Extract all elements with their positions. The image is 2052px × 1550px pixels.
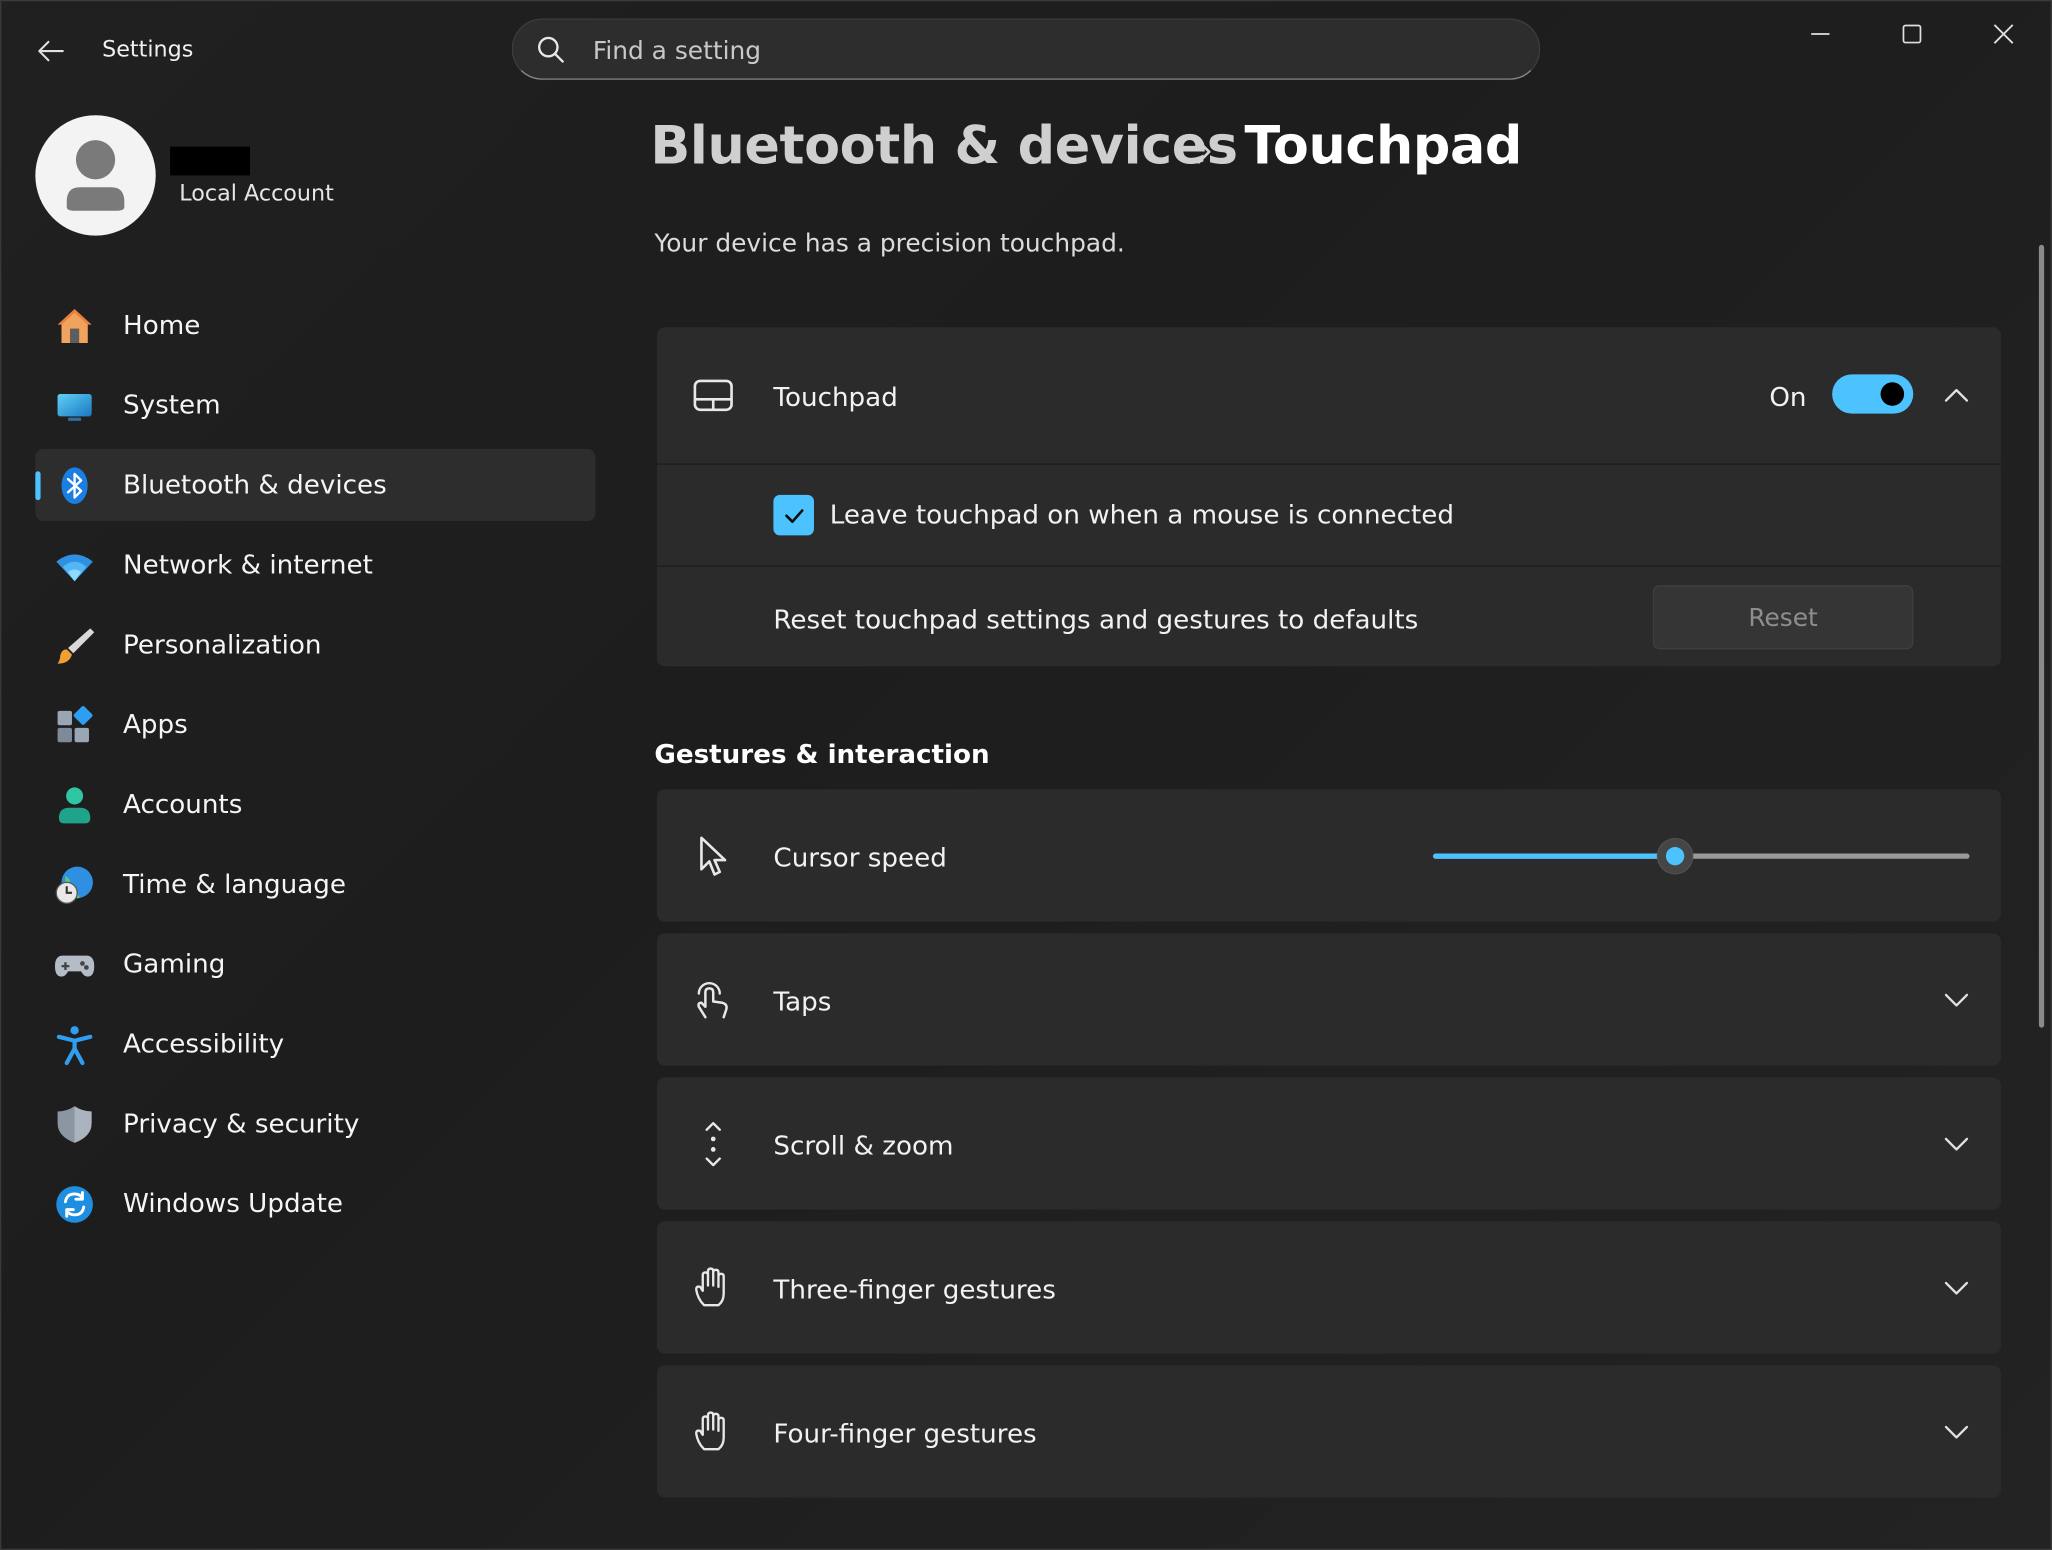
- sidebar-item-accounts[interactable]: Accounts: [35, 768, 595, 840]
- leave-touchpad-on-label[interactable]: Leave touchpad on when a mouse is connec…: [830, 499, 1454, 530]
- brush-icon: [57, 628, 95, 664]
- sidebar-item-apps[interactable]: Apps: [35, 689, 595, 761]
- bluetooth-icon: [61, 467, 88, 505]
- touchpad-label: Touchpad: [773, 380, 898, 413]
- section-heading: Gestures & interaction: [654, 738, 990, 770]
- cursor-pointer-icon: [700, 836, 727, 876]
- sidebar-item-label: Accounts: [123, 788, 243, 820]
- close-icon: [1993, 24, 2014, 44]
- back-arrow-icon: [38, 40, 64, 62]
- globe-clock-icon: [55, 866, 93, 904]
- sidebar-item-bluetooth-devices[interactable]: Bluetooth & devices: [35, 449, 596, 522]
- user-name-redacted: [170, 146, 250, 176]
- slider-thumb[interactable]: [1656, 837, 1693, 875]
- toggle-state-label: On: [1769, 380, 1807, 413]
- close-button[interactable]: [1973, 12, 2033, 57]
- toggle-knob: [1880, 382, 1905, 406]
- sidebar-item-label: Accessibility: [123, 1027, 285, 1060]
- sidebar-item-label: Time & language: [123, 867, 346, 900]
- shield-icon: [57, 1106, 92, 1143]
- system-icon: [57, 394, 92, 421]
- apps-icon: [57, 706, 93, 743]
- three-finger-gestures-label: Three-finger gestures: [773, 1273, 1056, 1306]
- sidebar-item-system[interactable]: System: [35, 369, 595, 441]
- reset-description: Reset touchpad settings and gestures to …: [773, 603, 1419, 635]
- selection-indicator: [35, 471, 41, 501]
- sidebar-item-accessibility[interactable]: Accessibility: [35, 1008, 595, 1080]
- sidebar-item-label: System: [123, 388, 221, 421]
- update-icon: [56, 1186, 93, 1223]
- maximize-button[interactable]: [1882, 12, 1942, 57]
- hand-icon: [695, 1267, 725, 1307]
- checkmark-icon: [784, 508, 803, 523]
- divider: [656, 463, 2001, 465]
- sidebar-item-personalization[interactable]: Personalization: [35, 609, 595, 681]
- app-title: Settings: [102, 36, 194, 63]
- scroll-icon: [705, 1122, 721, 1167]
- touchpad-card: Touchpad On Leave touchpad on when a mou…: [656, 327, 2001, 667]
- cursor-speed-label: Cursor speed: [773, 841, 947, 874]
- home-icon: [57, 308, 92, 343]
- scroll-zoom-label: Scroll & zoom: [773, 1129, 954, 1162]
- chevron-down-icon: [1944, 993, 1969, 1007]
- accounts-icon: [58, 787, 91, 824]
- sidebar-item-network-internet[interactable]: Network & internet: [35, 529, 595, 601]
- chevron-right-icon: [1197, 140, 1211, 164]
- chevron-down-icon: [1944, 1281, 1969, 1295]
- search-input[interactable]: [592, 30, 1496, 73]
- sidebar-item-privacy-security[interactable]: Privacy & security: [35, 1088, 595, 1160]
- sidebar-item-windows-update[interactable]: Windows Update: [35, 1168, 595, 1240]
- sidebar-item-label: Bluetooth & devices: [123, 468, 387, 501]
- accessibility-icon: [56, 1026, 93, 1066]
- account-type: Local Account: [179, 180, 334, 207]
- four-finger-gestures-card[interactable]: Four-finger gestures: [656, 1365, 2001, 1498]
- sidebar-item-label: Network & internet: [123, 548, 373, 580]
- hand-icon: [695, 1411, 725, 1451]
- sidebar-item-time-language[interactable]: Time & language: [35, 848, 595, 920]
- minimize-button[interactable]: [1790, 12, 1850, 57]
- taps-card[interactable]: Taps: [656, 933, 2001, 1066]
- touchpad-icon: [693, 379, 733, 412]
- chevron-down-icon: [1944, 1137, 1969, 1151]
- back-button[interactable]: [30, 33, 72, 70]
- three-finger-gestures-card[interactable]: Three-finger gestures: [656, 1221, 2001, 1354]
- scrollbar[interactable]: [2038, 244, 2045, 1028]
- leave-touchpad-on-checkbox[interactable]: [773, 494, 814, 536]
- touchpad-toggle[interactable]: [1832, 374, 1914, 414]
- slider-thumb-inner: [1665, 847, 1684, 866]
- cursor-speed-slider[interactable]: [1432, 853, 1970, 859]
- scroll-zoom-card[interactable]: Scroll & zoom: [656, 1077, 2001, 1210]
- breadcrumb-parent-link[interactable]: Bluetooth & devices: [650, 117, 1238, 177]
- divider: [656, 565, 2001, 567]
- avatar[interactable]: [35, 115, 156, 236]
- wifi-icon: [56, 554, 93, 582]
- chevron-down-icon: [1944, 1425, 1969, 1439]
- cursor-speed-card: Cursor speed: [656, 789, 2001, 922]
- minimize-icon: [1811, 33, 1830, 35]
- four-finger-gestures-label: Four-finger gestures: [773, 1417, 1037, 1450]
- slider-fill: [1432, 853, 1675, 859]
- sidebar-item-gaming[interactable]: Gaming: [35, 928, 595, 1000]
- search-icon: [537, 36, 564, 63]
- sidebar-item-home[interactable]: Home: [35, 289, 595, 361]
- sidebar-item-label: Windows Update: [123, 1187, 343, 1219]
- maximize-icon: [1902, 24, 1922, 44]
- sidebar-item-label: Privacy & security: [123, 1107, 360, 1139]
- sidebar-item-label: Gaming: [123, 947, 226, 980]
- sidebar-item-label: Apps: [123, 708, 188, 740]
- gamepad-icon: [54, 955, 95, 977]
- user-avatar-icon: [66, 140, 125, 211]
- settings-window: Settings Local Account Home: [0, 0, 2052, 1550]
- page-title: Touchpad: [1244, 116, 1523, 177]
- reset-button[interactable]: Reset: [1652, 585, 1914, 650]
- chevron-up-icon[interactable]: [1941, 380, 1972, 411]
- tap-icon: [697, 982, 728, 1019]
- sidebar-item-label: Personalization: [123, 628, 322, 660]
- taps-label: Taps: [773, 985, 832, 1018]
- page-subtitle: Your device has a precision touchpad.: [654, 229, 1125, 258]
- sidebar-item-label: Home: [123, 308, 201, 341]
